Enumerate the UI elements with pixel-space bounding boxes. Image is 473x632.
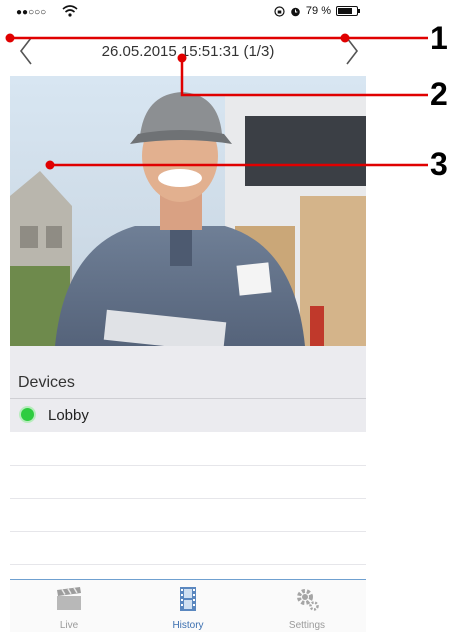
list-divider: [10, 498, 366, 499]
chevron-right-icon[interactable]: [340, 34, 364, 68]
tab-label: Live: [59, 620, 79, 631]
snapshot-timestamp: 26.05.2015 15:51:31 (1/3): [101, 43, 275, 60]
wifi-icon: [62, 5, 78, 17]
list-divider: [10, 465, 366, 466]
tab-label: History: [172, 620, 204, 631]
snapshot-image: [10, 76, 366, 346]
rotation-lock-icon: [274, 5, 285, 17]
device-row-lobby[interactable]: Lobby: [10, 399, 366, 432]
film-strip-icon: [180, 587, 196, 611]
device-name: Lobby: [48, 407, 89, 424]
devices-section: Devices Lobby: [10, 346, 366, 432]
phone-screen: ●●○○○ 79 % 26.05.2015 15:51:31 (1/3) Dev…: [10, 0, 366, 632]
tab-history[interactable]: History: [129, 580, 247, 632]
alarm-icon: [291, 7, 300, 16]
chevron-left-icon[interactable]: [14, 34, 38, 68]
list-divider: [10, 564, 366, 565]
online-status-icon: [19, 406, 36, 423]
callout-number-2: 2: [430, 76, 448, 112]
tab-live[interactable]: Live: [10, 580, 128, 632]
clapperboard-icon: [57, 587, 81, 610]
tab-label: Settings: [288, 620, 326, 631]
devices-header: Devices: [18, 374, 75, 391]
list-divider: [10, 531, 366, 532]
tab-settings[interactable]: Settings: [248, 580, 366, 632]
battery-icon: [336, 6, 360, 16]
gears-icon: [297, 589, 319, 611]
status-bar: ●●○○○ 79 %: [10, 0, 366, 26]
callout-number-3: 3: [430, 146, 448, 182]
status-right: 79 %: [274, 5, 360, 17]
callout-number-1: 1: [430, 20, 448, 56]
battery-percent: 79 %: [305, 5, 331, 17]
signal-strength-icon: ●●○○○: [16, 7, 47, 18]
tab-bar: Live History Settings: [10, 579, 366, 632]
history-navigation-bar: 26.05.2015 15:51:31 (1/3): [10, 28, 366, 74]
